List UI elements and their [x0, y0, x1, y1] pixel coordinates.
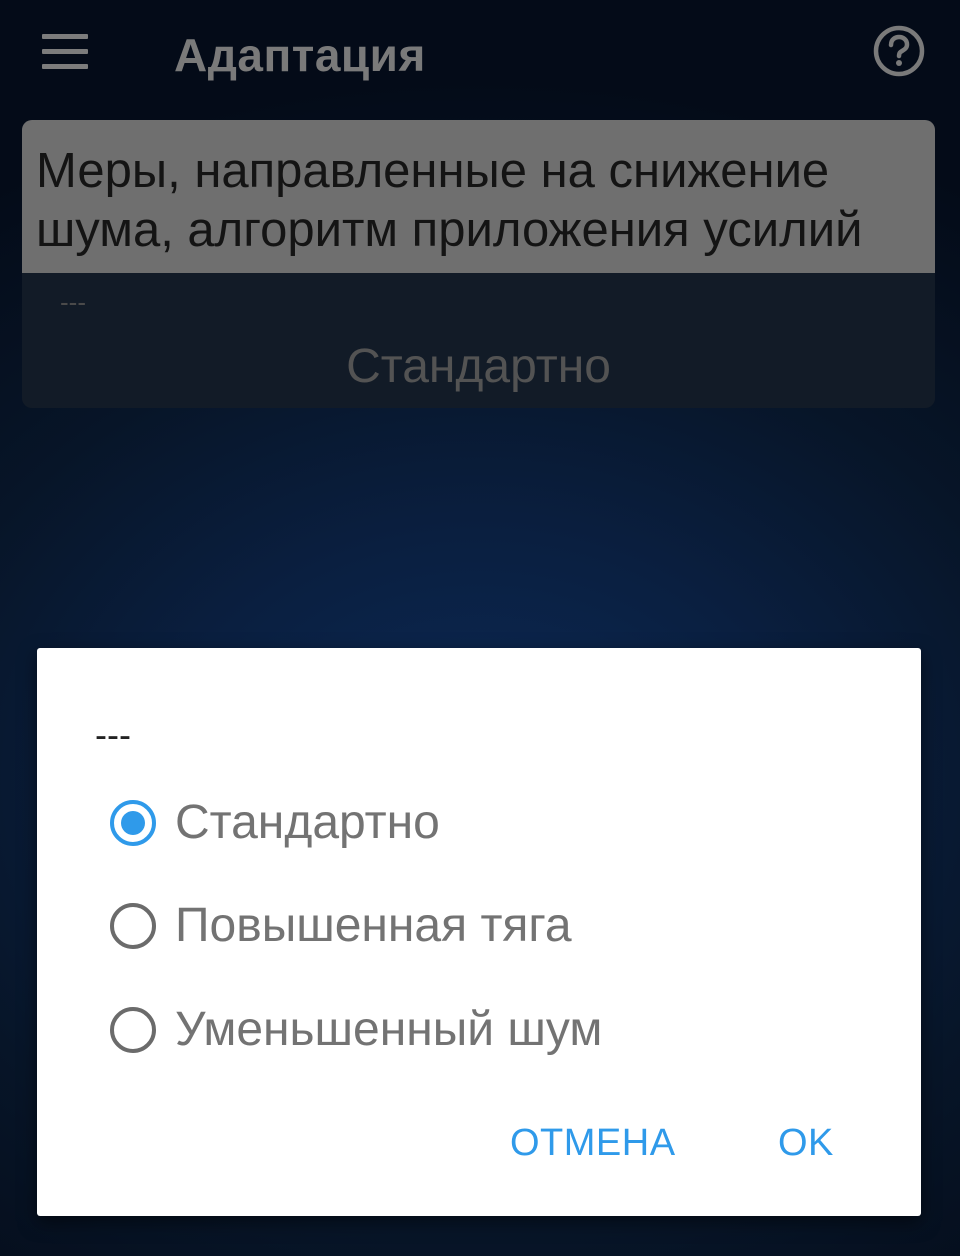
setting-card-body: --- Стандартно [22, 273, 935, 408]
radio-option-standard[interactable]: Стандартно [107, 793, 807, 853]
setting-card-title: Меры, направленные на снижение шума, алг… [36, 144, 863, 257]
radio-option-label: Стандартно [175, 796, 440, 849]
dialog-title: --- [95, 714, 131, 755]
app-title: Адаптация [174, 29, 426, 81]
radio-unselected-icon[interactable] [109, 902, 157, 950]
setting-card[interactable]: Меры, направленные на снижение шума, алг… [22, 120, 935, 408]
ok-button[interactable]: OK [778, 1122, 834, 1165]
cancel-button[interactable]: ОТМЕНА [510, 1122, 676, 1165]
radio-option-reduced-noise[interactable]: Уменьшенный шум [107, 1000, 807, 1060]
radio-unselected-icon[interactable] [109, 1006, 157, 1054]
radio-option-label: Повышенная тяга [175, 899, 572, 952]
radio-selected-icon[interactable] [109, 799, 157, 847]
choice-dialog: --- Стандартно Повышенная тяга Уменьшенн… [37, 648, 921, 1216]
radio-option-increased-thrust[interactable]: Повышенная тяга [107, 896, 807, 956]
app-screen: Адаптация Меры, направленные на снижение… [0, 0, 960, 1256]
setting-card-header: Меры, направленные на снижение шума, алг… [22, 120, 935, 273]
setting-card-value: Стандартно [346, 340, 611, 393]
setting-card-subtitle: --- [60, 287, 86, 317]
radio-option-label: Уменьшенный шум [175, 1003, 603, 1056]
hamburger-menu-icon[interactable] [40, 32, 92, 72]
help-icon[interactable] [872, 24, 926, 78]
